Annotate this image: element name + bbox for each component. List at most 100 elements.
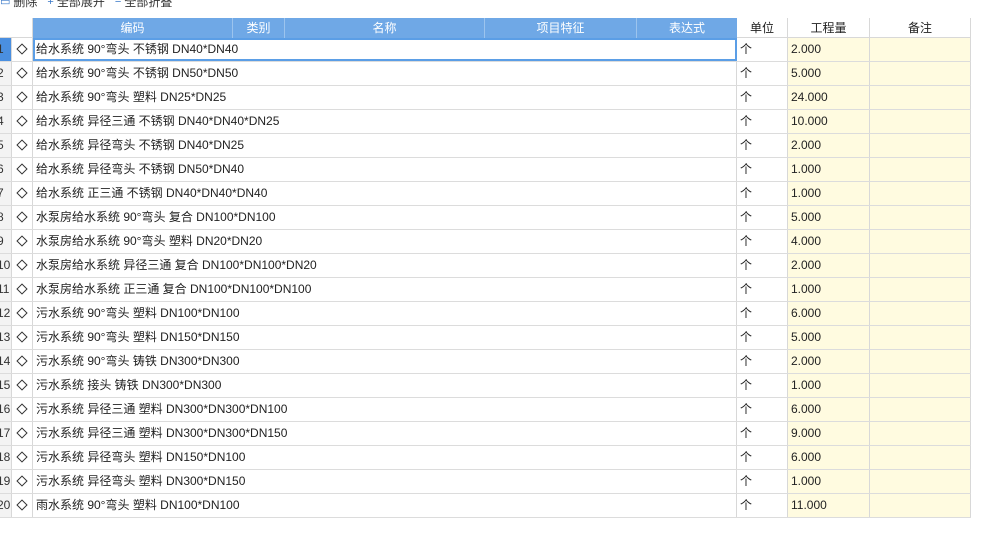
row-number[interactable]: 12 <box>0 302 12 325</box>
cell-name[interactable]: 给水系统 异径三通 不锈钢 DN40*DN40*DN25 <box>33 110 737 133</box>
cell-note[interactable] <box>870 134 971 157</box>
cell-unit[interactable]: 个 <box>737 206 788 229</box>
col-header-unit[interactable]: 单位 <box>737 18 788 38</box>
col-header-expr[interactable]: 表达式 <box>637 18 737 38</box>
cell-note[interactable] <box>870 422 971 445</box>
cell-note[interactable] <box>870 278 971 301</box>
cell-quantity[interactable]: 2.000 <box>788 350 870 373</box>
cell-name[interactable]: 污水系统 接头 铸铁 DN300*DN300 <box>33 374 737 397</box>
table-row[interactable]: 5 给水系统 异径弯头 不锈钢 DN40*DN25个2.000 <box>0 134 971 158</box>
row-number[interactable]: 4 <box>0 110 12 133</box>
cell-note[interactable] <box>870 326 971 349</box>
cell-name[interactable]: 给水系统 90°弯头 塑料 DN25*DN25 <box>33 86 737 109</box>
cell-unit[interactable]: 个 <box>737 134 788 157</box>
table-row[interactable]: 16 污水系统 异径三通 塑料 DN300*DN300*DN100个6.000 <box>0 398 971 422</box>
row-number[interactable]: 19 <box>0 470 12 493</box>
cell-name[interactable]: 给水系统 异径弯头 不锈钢 DN50*DN40 <box>33 158 737 181</box>
cell-quantity[interactable]: 9.000 <box>788 422 870 445</box>
cell-note[interactable] <box>870 302 971 325</box>
cell-unit[interactable]: 个 <box>737 422 788 445</box>
cell-unit[interactable]: 个 <box>737 158 788 181</box>
cell-quantity[interactable]: 2.000 <box>788 38 870 61</box>
toolbar-item-delete[interactable]: ▭ 删除 <box>0 0 37 10</box>
cell-unit[interactable]: 个 <box>737 62 788 85</box>
cell-note[interactable] <box>870 62 971 85</box>
row-number[interactable]: 3 <box>0 86 12 109</box>
cell-unit[interactable]: 个 <box>737 86 788 109</box>
cell-note[interactable] <box>870 110 971 133</box>
cell-quantity[interactable]: 1.000 <box>788 278 870 301</box>
cell-name[interactable]: 水泵房给水系统 90°弯头 复合 DN100*DN100 <box>33 206 737 229</box>
table-row[interactable]: 7 给水系统 正三通 不锈钢 DN40*DN40*DN40个1.000 <box>0 182 971 206</box>
cell-quantity[interactable]: 1.000 <box>788 470 870 493</box>
cell-name[interactable]: 水泵房给水系统 90°弯头 塑料 DN20*DN20 <box>33 230 737 253</box>
cell-name[interactable]: 水泵房给水系统 异径三通 复合 DN100*DN100*DN20 <box>33 254 737 277</box>
cell-quantity[interactable]: 1.000 <box>788 182 870 205</box>
cell-quantity[interactable]: 1.000 <box>788 158 870 181</box>
cell-quantity[interactable]: 10.000 <box>788 110 870 133</box>
cell-note[interactable] <box>870 182 971 205</box>
col-header-name[interactable]: 名称 <box>285 18 485 38</box>
row-number[interactable]: 6 <box>0 158 12 181</box>
cell-unit[interactable]: 个 <box>737 350 788 373</box>
cell-name[interactable]: 水泵房给水系统 正三通 复合 DN100*DN100*DN100 <box>33 278 737 301</box>
cell-note[interactable] <box>870 230 971 253</box>
cell-quantity[interactable]: 2.000 <box>788 254 870 277</box>
toolbar-item-expand[interactable]: + 全部展开 <box>47 0 104 10</box>
row-number[interactable]: 2 <box>0 62 12 85</box>
table-row[interactable]: 12 污水系统 90°弯头 塑料 DN100*DN100个6.000 <box>0 302 971 326</box>
cell-unit[interactable]: 个 <box>737 182 788 205</box>
cell-name[interactable]: 给水系统 异径弯头 不锈钢 DN40*DN25 <box>33 134 737 157</box>
table-row[interactable]: 1 给水系统 90°弯头 不锈钢 DN40*DN40个2.000 <box>0 38 971 62</box>
row-number[interactable]: 7 <box>0 182 12 205</box>
cell-name[interactable]: 污水系统 异径弯头 塑料 DN300*DN150 <box>33 470 737 493</box>
cell-unit[interactable]: 个 <box>737 254 788 277</box>
row-number[interactable]: 13 <box>0 326 12 349</box>
table-row[interactable]: 4 给水系统 异径三通 不锈钢 DN40*DN40*DN25个10.000 <box>0 110 971 134</box>
cell-unit[interactable]: 个 <box>737 494 788 517</box>
cell-unit[interactable]: 个 <box>737 326 788 349</box>
cell-unit[interactable]: 个 <box>737 446 788 469</box>
cell-quantity[interactable]: 6.000 <box>788 446 870 469</box>
row-number[interactable]: 11 <box>0 278 12 301</box>
cell-note[interactable] <box>870 206 971 229</box>
cell-unit[interactable]: 个 <box>737 398 788 421</box>
table-row[interactable]: 13 污水系统 90°弯头 塑料 DN150*DN150个5.000 <box>0 326 971 350</box>
cell-note[interactable] <box>870 254 971 277</box>
row-number[interactable]: 8 <box>0 206 12 229</box>
row-number[interactable]: 15 <box>0 374 12 397</box>
cell-note[interactable] <box>870 158 971 181</box>
col-header-feature[interactable]: 项目特征 <box>485 18 637 38</box>
table-row[interactable]: 2 给水系统 90°弯头 不锈钢 DN50*DN50个5.000 <box>0 62 971 86</box>
table-row[interactable]: 14 污水系统 90°弯头 铸铁 DN300*DN300个2.000 <box>0 350 971 374</box>
table-row[interactable]: 11 水泵房给水系统 正三通 复合 DN100*DN100*DN100个1.000 <box>0 278 971 302</box>
cell-unit[interactable]: 个 <box>737 38 788 61</box>
cell-name[interactable]: 污水系统 90°弯头 塑料 DN100*DN100 <box>33 302 737 325</box>
cell-note[interactable] <box>870 86 971 109</box>
cell-unit[interactable]: 个 <box>737 470 788 493</box>
cell-note[interactable] <box>870 398 971 421</box>
cell-name[interactable]: 污水系统 异径弯头 塑料 DN150*DN100 <box>33 446 737 469</box>
cell-quantity[interactable]: 11.000 <box>788 494 870 517</box>
row-number[interactable]: 9 <box>0 230 12 253</box>
cell-quantity[interactable]: 2.000 <box>788 134 870 157</box>
table-row[interactable]: 15 污水系统 接头 铸铁 DN300*DN300个1.000 <box>0 374 971 398</box>
cell-note[interactable] <box>870 350 971 373</box>
table-row[interactable]: 18 污水系统 异径弯头 塑料 DN150*DN100个6.000 <box>0 446 971 470</box>
table-row[interactable]: 10 水泵房给水系统 异径三通 复合 DN100*DN100*DN20个2.000 <box>0 254 971 278</box>
cell-unit[interactable]: 个 <box>737 110 788 133</box>
col-header-note[interactable]: 备注 <box>870 18 971 38</box>
cell-name[interactable]: 污水系统 异径三通 塑料 DN300*DN300*DN150 <box>33 422 737 445</box>
cell-note[interactable] <box>870 494 971 517</box>
col-header-code[interactable]: 编码 <box>33 18 233 38</box>
cell-quantity[interactable]: 5.000 <box>788 206 870 229</box>
cell-name[interactable]: 雨水系统 90°弯头 塑料 DN100*DN100 <box>33 494 737 517</box>
row-number[interactable]: 5 <box>0 134 12 157</box>
cell-unit[interactable]: 个 <box>737 374 788 397</box>
cell-quantity[interactable]: 6.000 <box>788 302 870 325</box>
cell-quantity[interactable]: 1.000 <box>788 374 870 397</box>
cell-note[interactable] <box>870 470 971 493</box>
table-row[interactable]: 8 水泵房给水系统 90°弯头 复合 DN100*DN100个5.000 <box>0 206 971 230</box>
table-row[interactable]: 17 污水系统 异径三通 塑料 DN300*DN300*DN150个9.000 <box>0 422 971 446</box>
toolbar-item-collapse[interactable]: − 全部折叠 <box>115 0 172 10</box>
